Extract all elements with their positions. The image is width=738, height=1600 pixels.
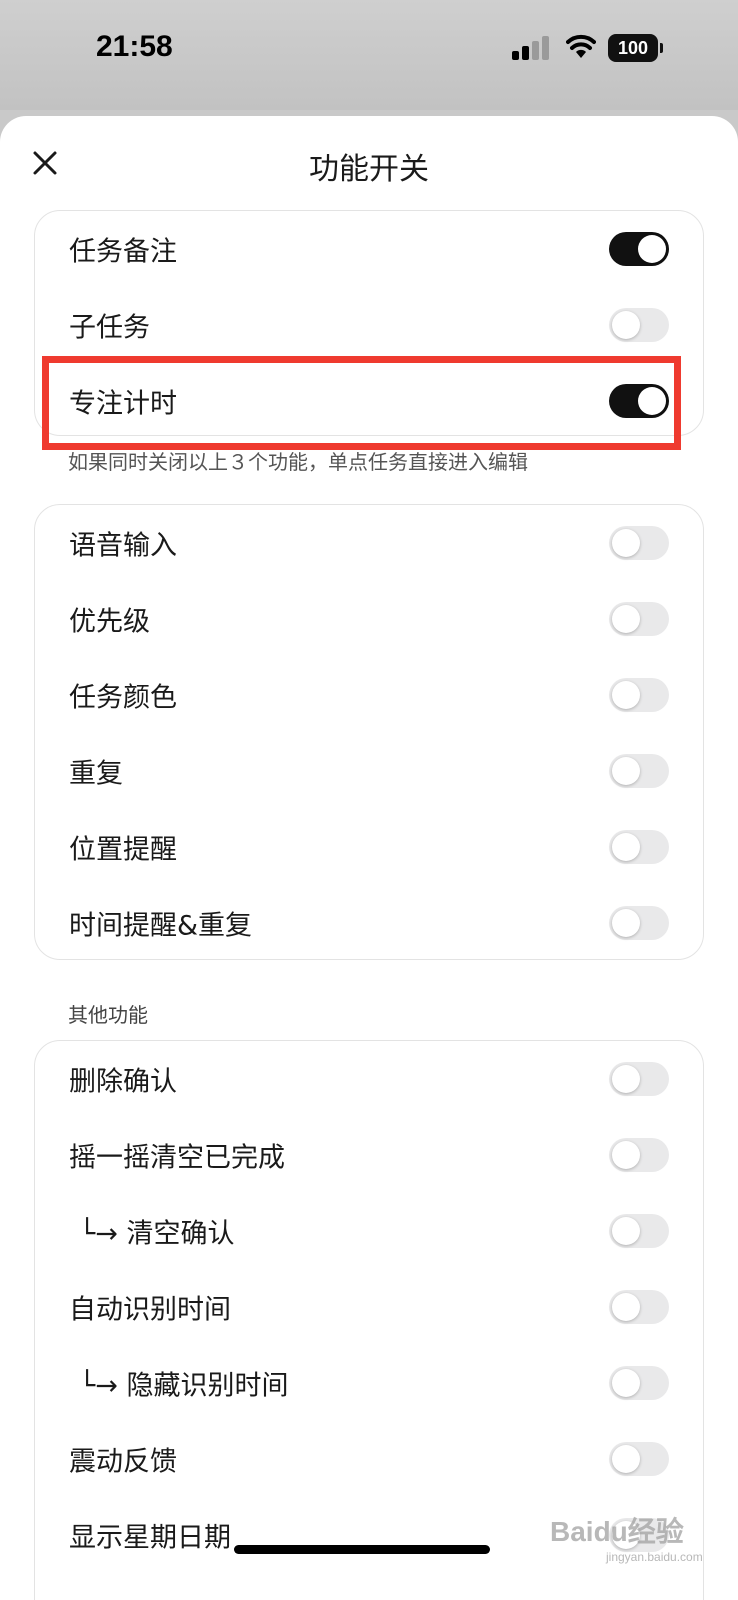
task-color-toggle[interactable] [609, 678, 669, 712]
setting-label: 优先级 [69, 606, 150, 638]
setting-label: 时间提醒&重复 [69, 910, 253, 942]
subtask-toggle[interactable] [609, 308, 669, 342]
setting-row-voice-input[interactable]: 语音输入 [35, 505, 703, 581]
clear-confirm-toggle[interactable] [609, 1214, 669, 1248]
status-time: 21:58 [96, 30, 173, 63]
priority-toggle[interactable] [609, 602, 669, 636]
setting-label: 任务备注 [69, 236, 177, 268]
watermark-text: Baidu经验 [550, 1516, 684, 1547]
setting-row-task-note[interactable]: 任务备注 [35, 211, 703, 287]
setting-row-time-reminder[interactable]: 时间提醒&重复 [35, 885, 703, 961]
input-features-card: 语音输入 优先级 任务颜色 重复 位置提醒 时间提醒&重复 [34, 504, 704, 960]
setting-row-hide-detected-time[interactable]: └→ 隐藏识别时间 [35, 1345, 703, 1421]
hide-detected-time-toggle[interactable] [609, 1366, 669, 1400]
setting-label: 删除确认 [69, 1066, 177, 1098]
setting-label: 震动反馈 [69, 1446, 177, 1478]
setting-label: 子任务 [69, 312, 150, 344]
auto-detect-time-toggle[interactable] [609, 1290, 669, 1324]
setting-label: 重复 [69, 758, 123, 790]
home-indicator[interactable] [234, 1545, 490, 1554]
setting-row-task-color[interactable]: 任务颜色 [35, 657, 703, 733]
setting-row-vibration[interactable]: 震动反馈 [35, 1421, 703, 1497]
highlight-box [42, 356, 681, 450]
time-reminder-toggle[interactable] [609, 906, 669, 940]
setting-label: 任务颜色 [69, 682, 177, 714]
setting-label: └→ 清空确认 [79, 1218, 235, 1250]
cellular-signal-icon [512, 36, 552, 60]
feature-switch-sheet: 功能开关 任务备注 子任务 专注计时 如果同时关闭以上３个功能，单点任务直接进入… [0, 116, 738, 1600]
watermark-sub: jingyan.baidu.com [606, 1550, 703, 1564]
vibration-toggle[interactable] [609, 1442, 669, 1476]
voice-input-toggle[interactable] [609, 526, 669, 560]
delete-confirm-toggle[interactable] [609, 1062, 669, 1096]
setting-label: 自动识别时间 [69, 1294, 231, 1326]
status-bar: 21:58 100 [0, 0, 738, 110]
section-label-other: 其他功能 [68, 1003, 148, 1027]
setting-row-auto-detect-time[interactable]: 自动识别时间 [35, 1269, 703, 1345]
setting-row-location-reminder[interactable]: 位置提醒 [35, 809, 703, 885]
setting-row-shake-clear[interactable]: 摇一摇清空已完成 [35, 1117, 703, 1193]
setting-label: 位置提醒 [69, 834, 177, 866]
repeat-toggle[interactable] [609, 754, 669, 788]
setting-label: 语音输入 [69, 530, 177, 562]
wifi-icon [566, 34, 596, 58]
setting-label: └→ 隐藏识别时间 [79, 1370, 289, 1402]
shake-clear-toggle[interactable] [609, 1138, 669, 1172]
task-note-toggle[interactable] [609, 232, 669, 266]
setting-label: 摇一摇清空已完成 [69, 1142, 285, 1174]
feature-note: 如果同时关闭以上３个功能，单点任务直接进入编辑 [68, 450, 528, 474]
watermark: Baidu经验 jingyan.baidu.com [550, 1510, 703, 1564]
setting-row-clear-confirm[interactable]: └→ 清空确认 [35, 1193, 703, 1269]
setting-row-priority[interactable]: 优先级 [35, 581, 703, 657]
page-title: 功能开关 [309, 152, 429, 187]
setting-row-delete-confirm[interactable]: 删除确认 [35, 1041, 703, 1117]
setting-row-subtask[interactable]: 子任务 [35, 287, 703, 363]
setting-label: 显示星期日期 [69, 1522, 231, 1554]
setting-row-repeat[interactable]: 重复 [35, 733, 703, 809]
battery-icon: 100 [608, 34, 663, 62]
location-reminder-toggle[interactable] [609, 830, 669, 864]
